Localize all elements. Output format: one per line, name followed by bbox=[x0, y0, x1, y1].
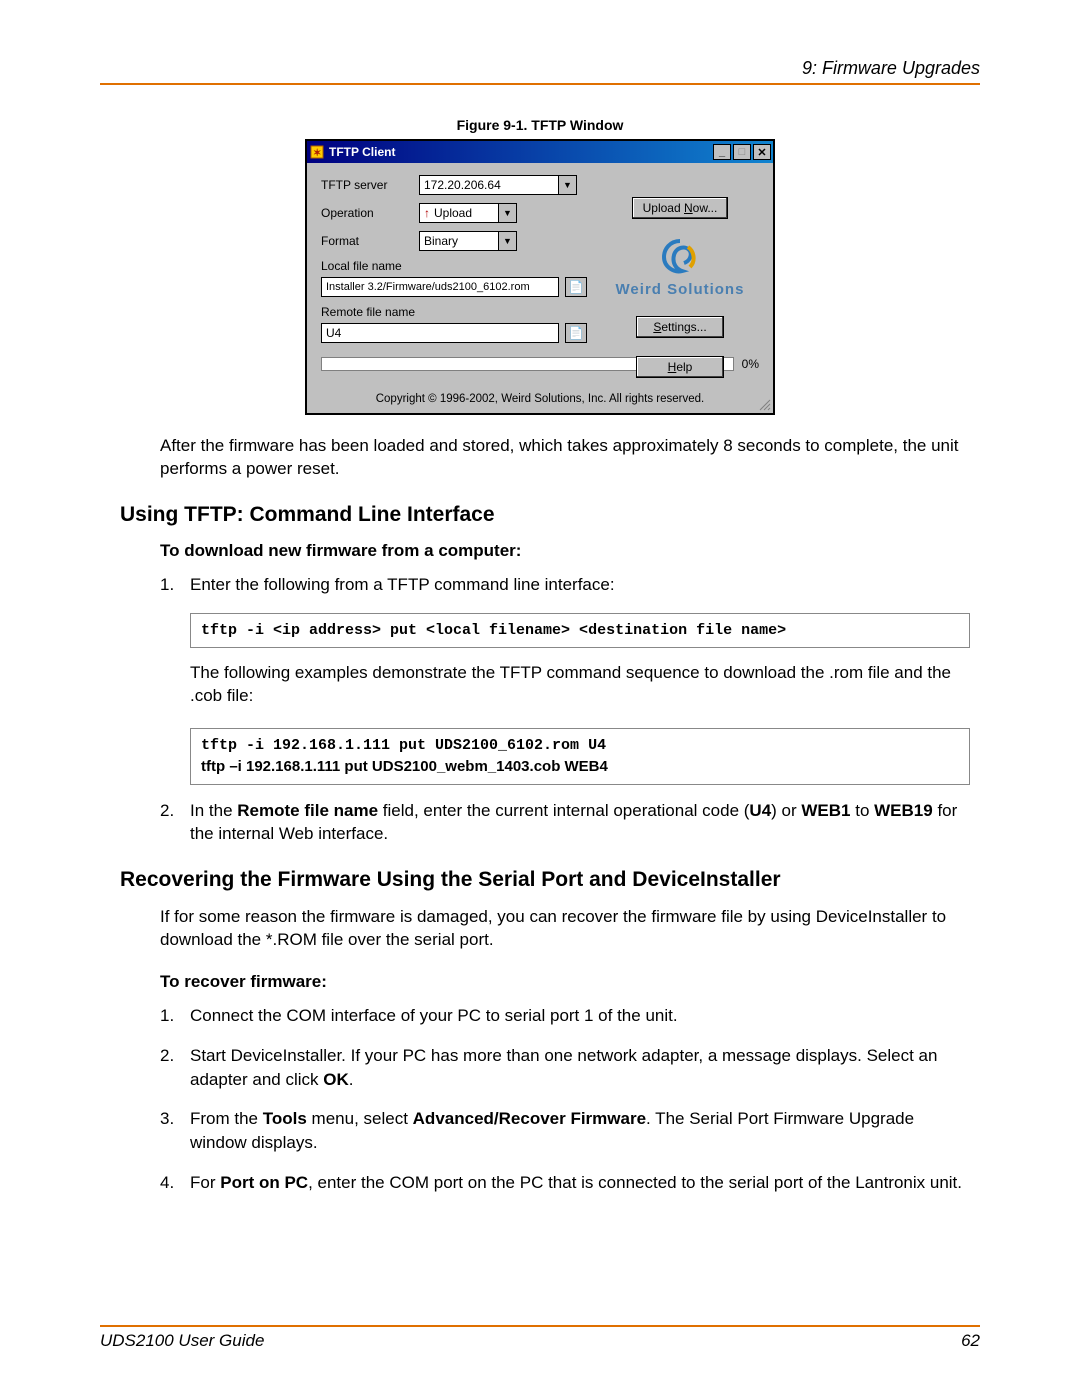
section-using-tftp: Using TFTP: Command Line Interface bbox=[120, 503, 970, 527]
code-box-2: tftp -i 192.168.1.111 put UDS2100_6102.r… bbox=[190, 728, 970, 785]
format-dropdown-arrow[interactable]: ▼ bbox=[499, 231, 517, 251]
footer-page-number: 62 bbox=[961, 1331, 980, 1351]
resize-grip[interactable] bbox=[757, 397, 771, 411]
tftp-client-window: ✶ TFTP Client _ □ ✕ TFTP server ▼ bbox=[305, 139, 775, 415]
server-input[interactable] bbox=[419, 175, 559, 195]
step2-text: In the Remote file name field, enter the… bbox=[190, 799, 970, 847]
help-button[interactable]: Help bbox=[636, 356, 724, 378]
folder-icon: 📄 bbox=[569, 280, 584, 294]
recover-intro: If for some reason the firmware is damag… bbox=[160, 906, 970, 952]
local-file-input[interactable] bbox=[321, 277, 559, 297]
remote-file-browse-button[interactable]: 📄 bbox=[565, 323, 587, 343]
upload-now-button[interactable]: Upload Now... bbox=[632, 197, 729, 219]
step1-text: Enter the following from a TFTP command … bbox=[190, 575, 615, 594]
operation-dropdown-arrow[interactable]: ▼ bbox=[499, 203, 517, 223]
window-titlebar[interactable]: ✶ TFTP Client _ □ ✕ bbox=[307, 141, 773, 163]
app-icon: ✶ bbox=[309, 144, 325, 160]
svg-text:✶: ✶ bbox=[313, 148, 321, 159]
brand-logo: Weird Solutions bbox=[616, 237, 745, 298]
section-recovering: Recovering the Firmware Using the Serial… bbox=[120, 868, 970, 892]
copyright-text: Copyright © 1996-2002, Weird Solutions, … bbox=[321, 393, 759, 405]
server-dropdown-arrow[interactable]: ▼ bbox=[559, 175, 577, 195]
upload-arrow-icon: ↑ bbox=[424, 206, 430, 220]
folder-icon: 📄 bbox=[569, 326, 584, 340]
format-select[interactable]: Binary bbox=[419, 231, 499, 251]
footer-title: UDS2100 User Guide bbox=[100, 1331, 264, 1351]
minimize-button[interactable]: _ bbox=[713, 144, 731, 160]
window-title: TFTP Client bbox=[329, 145, 713, 159]
after-code1-paragraph: The following examples demonstrate the T… bbox=[190, 662, 970, 708]
format-label: Format bbox=[321, 234, 419, 248]
header-rule bbox=[100, 83, 980, 85]
document-page: 9: Firmware Upgrades Figure 9-1. TFTP Wi… bbox=[0, 0, 1080, 1397]
operation-select[interactable]: ↑ Upload bbox=[419, 203, 499, 223]
local-file-browse-button[interactable]: 📄 bbox=[565, 277, 587, 297]
remote-file-input[interactable] bbox=[321, 323, 559, 343]
recover-step-3: From the Tools menu, select Advanced/Rec… bbox=[190, 1107, 970, 1155]
operation-label: Operation bbox=[321, 206, 419, 220]
code-box-1: tftp -i <ip address> put <local filename… bbox=[190, 613, 970, 648]
maximize-button[interactable]: □ bbox=[733, 144, 751, 160]
subheading-recover: To recover firmware: bbox=[160, 972, 970, 992]
page-header: 9: Firmware Upgrades bbox=[100, 58, 980, 79]
subheading-download: To download new firmware from a computer… bbox=[160, 541, 970, 561]
recover-step-4: For Port on PC, enter the COM port on th… bbox=[190, 1171, 970, 1195]
close-button[interactable]: ✕ bbox=[753, 144, 771, 160]
figure-caption: Figure 9-1. TFTP Window bbox=[100, 117, 980, 133]
after-figure-paragraph: After the firmware has been loaded and s… bbox=[160, 435, 970, 481]
page-footer: UDS2100 User Guide 62 bbox=[100, 1325, 980, 1351]
recover-step-2: Start DeviceInstaller. If your PC has mo… bbox=[190, 1044, 970, 1092]
swirl-icon bbox=[660, 237, 700, 277]
settings-button[interactable]: Settings... bbox=[636, 316, 724, 338]
recover-step-1: Connect the COM interface of your PC to … bbox=[190, 1004, 970, 1028]
server-label: TFTP server bbox=[321, 178, 419, 192]
